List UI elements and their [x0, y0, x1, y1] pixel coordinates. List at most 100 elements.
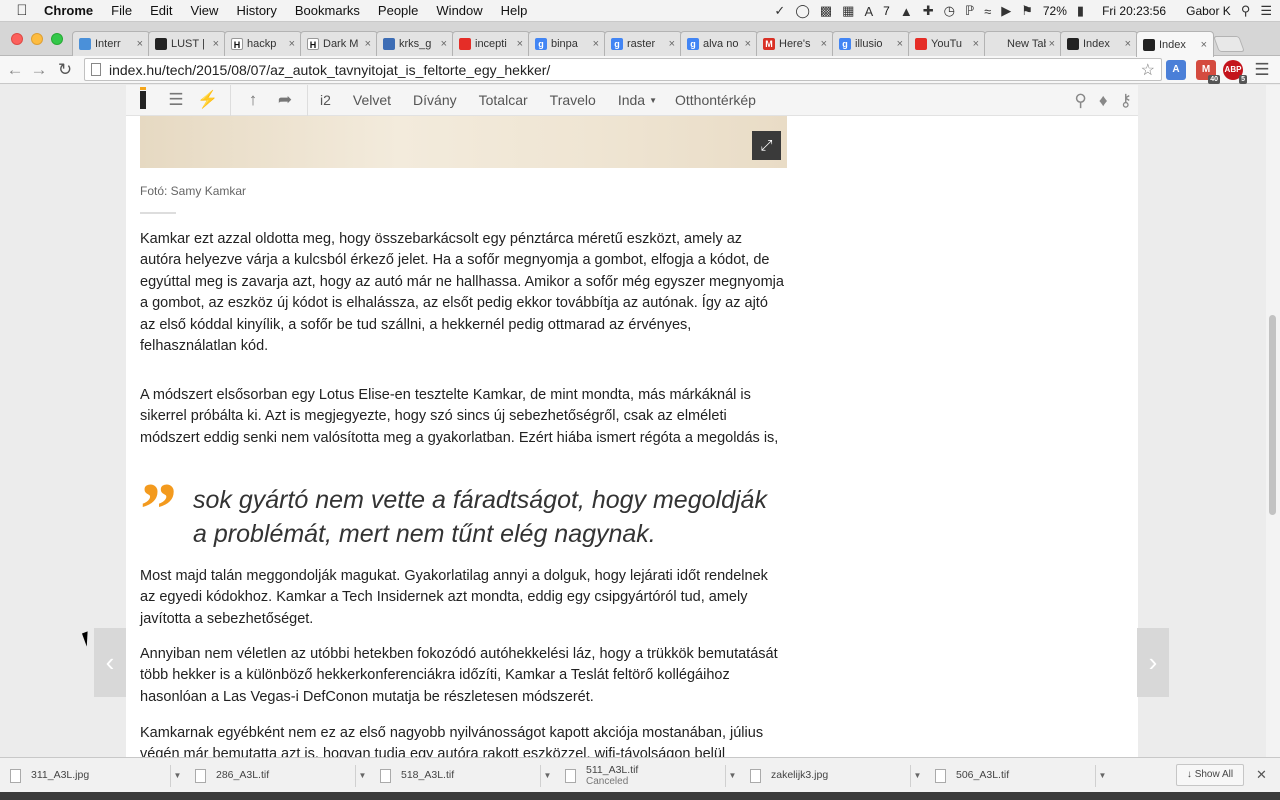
menu-help[interactable]: Help	[501, 3, 528, 18]
apple-icon[interactable]: 	[0, 2, 44, 19]
menu-file[interactable]: File	[111, 3, 132, 18]
menu-window[interactable]: Window	[436, 3, 482, 18]
expand-photo-icon[interactable]: ⤢	[752, 131, 781, 160]
scroll-top-icon[interactable]: ↑	[237, 90, 269, 110]
notification-center-icon[interactable]: ☰	[1260, 3, 1272, 19]
battery-percent[interactable]: 72%	[1043, 4, 1067, 18]
new-tab-button[interactable]	[1213, 36, 1245, 52]
nav-link-i2[interactable]: i2	[320, 92, 331, 108]
close-shelf-icon[interactable]: ✕	[1256, 767, 1267, 783]
previous-article-arrow[interactable]: ‹	[94, 628, 126, 697]
minimize-window-button[interactable]	[31, 33, 43, 45]
menu-view[interactable]: View	[190, 3, 218, 18]
address-bar[interactable]: index.hu/tech/2015/08/07/az_autok_tavnyi…	[84, 58, 1162, 81]
download-item[interactable]: zakelijk3.jpg ▼	[744, 762, 924, 789]
download-menu-chevron-icon[interactable]: ▼	[1095, 764, 1109, 787]
share-icon[interactable]: ➦	[269, 90, 301, 110]
browser-tab[interactable]: Index ×	[1060, 31, 1138, 56]
chevron-down-icon[interactable]: ▼	[649, 96, 657, 105]
close-tab-icon[interactable]: ×	[821, 38, 827, 50]
nav-link-velvet[interactable]: Velvet	[353, 92, 391, 108]
download-menu-chevron-icon[interactable]: ▼	[170, 764, 184, 787]
close-tab-icon[interactable]: ×	[973, 38, 979, 50]
menu-app-name[interactable]: Chrome	[44, 3, 93, 18]
browser-tab[interactable]: g binpa ×	[528, 31, 606, 56]
close-tab-icon[interactable]: ×	[289, 38, 295, 50]
browser-tab[interactable]: krks_g ×	[376, 31, 454, 56]
close-tab-icon[interactable]: ×	[593, 38, 599, 50]
browser-tab[interactable]: g raster ×	[604, 31, 682, 56]
forward-button[interactable]: →	[28, 59, 50, 81]
bookmark-star-icon[interactable]: ☆	[1141, 60, 1155, 80]
nav-link-travelo[interactable]: Travelo	[550, 92, 596, 108]
download-item[interactable]: 506_A3L.tif ▼	[929, 762, 1109, 789]
nav-link-totalcar[interactable]: Totalcar	[479, 92, 528, 108]
checkmark-icon[interactable]: ✓	[774, 3, 785, 19]
flag-icon[interactable]: ⚑	[1021, 3, 1033, 19]
translate-extension-icon[interactable]: A	[1166, 60, 1186, 80]
nav-link-divany[interactable]: Dívány	[413, 92, 457, 108]
browser-tab[interactable]: g illusio ×	[832, 31, 910, 56]
close-tab-icon[interactable]: ×	[441, 38, 447, 50]
clipboard-icon[interactable]: ▩	[820, 3, 832, 19]
download-item[interactable]: 511_A3L.tif Canceled ▼	[559, 762, 739, 789]
show-all-downloads-button[interactable]: ↓ Show All	[1176, 764, 1244, 786]
close-tab-icon[interactable]: ×	[213, 38, 219, 50]
browser-tab[interactable]: LUST | ×	[148, 31, 226, 56]
nav-link-otthonterkep[interactable]: Otthontérkép	[675, 92, 756, 108]
download-menu-chevron-icon[interactable]: ▼	[540, 764, 554, 787]
close-tab-icon[interactable]: ×	[669, 38, 675, 50]
scrollbar-thumb[interactable]	[1269, 315, 1276, 515]
download-menu-chevron-icon[interactable]: ▼	[725, 764, 739, 787]
menu-edit[interactable]: Edit	[150, 3, 172, 18]
hamburger-menu-icon[interactable]: ☰	[160, 90, 192, 110]
lightning-icon[interactable]: ⚡	[192, 90, 224, 110]
close-tab-icon[interactable]: ×	[137, 38, 143, 50]
bell-icon[interactable]: ♦	[1099, 91, 1108, 111]
spotlight-icon[interactable]: ⚲	[1241, 3, 1251, 19]
drive-icon[interactable]: ▲	[900, 4, 913, 19]
search-icon[interactable]: ⚲	[1074, 91, 1086, 111]
browser-tab[interactable]: Hhackp ×	[224, 31, 302, 56]
volume-icon[interactable]: ▶	[1001, 3, 1011, 19]
next-article-arrow[interactable]: ›	[1137, 628, 1169, 697]
browser-tab[interactable]: New Tab ×	[984, 31, 1062, 56]
bluetooth-icon[interactable]: ℙ	[965, 3, 974, 19]
download-item[interactable]: 518_A3L.tif ▼	[374, 762, 554, 789]
glasses-icon[interactable]: ◯	[795, 3, 810, 19]
key-icon[interactable]: ⚷	[1120, 91, 1132, 111]
wifi-icon[interactable]: ≈	[984, 4, 991, 19]
close-tab-icon[interactable]: ×	[365, 38, 371, 50]
index-logo[interactable]	[140, 87, 146, 109]
download-menu-chevron-icon[interactable]: ▼	[910, 764, 924, 787]
zoom-window-button[interactable]	[51, 33, 63, 45]
browser-tab[interactable]: H Dark M ×	[300, 31, 378, 56]
time-machine-icon[interactable]: ◷	[944, 3, 955, 19]
browser-tab[interactable]: incepti ×	[452, 31, 530, 56]
browser-tab[interactable]: Index ×	[1136, 31, 1214, 57]
adobe-icon[interactable]: A	[864, 4, 873, 19]
menu-bookmarks[interactable]: Bookmarks	[295, 3, 360, 18]
close-tab-icon[interactable]: ×	[1049, 38, 1055, 50]
close-tab-icon[interactable]: ×	[517, 38, 523, 50]
grid-icon[interactable]: ▦	[842, 3, 854, 19]
adblock-extension-icon[interactable]: ABP 5	[1223, 60, 1247, 84]
download-menu-chevron-icon[interactable]: ▼	[355, 764, 369, 787]
plus-icon[interactable]: ✚	[923, 3, 934, 19]
close-tab-icon[interactable]: ×	[897, 38, 903, 50]
close-window-button[interactable]	[11, 33, 23, 45]
gmail-extension-icon[interactable]: M 40	[1196, 60, 1220, 84]
browser-tab[interactable]: M Here's ×	[756, 31, 834, 56]
nav-link-inda[interactable]: Inda	[618, 92, 645, 108]
download-item[interactable]: 286_A3L.tif ▼	[189, 762, 369, 789]
close-tab-icon[interactable]: ×	[745, 38, 751, 50]
browser-tab[interactable]: YouTu ×	[908, 31, 986, 56]
chrome-menu-icon[interactable]: ☰	[1251, 59, 1273, 81]
clock[interactable]: Fri 20:23:56	[1102, 4, 1166, 18]
reload-button[interactable]: ↻	[54, 59, 76, 81]
back-button[interactable]: ←	[4, 59, 26, 81]
user-name[interactable]: Gabor K	[1186, 4, 1231, 18]
close-tab-icon[interactable]: ×	[1125, 38, 1131, 50]
menu-history[interactable]: History	[236, 3, 276, 18]
download-item[interactable]: 311_A3L.jpg ▼	[4, 762, 184, 789]
